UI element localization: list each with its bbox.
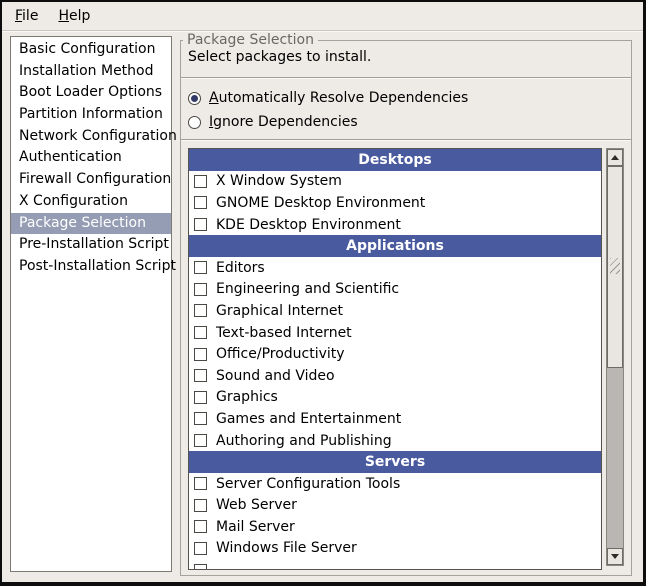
package-label: Graphics [216, 389, 278, 405]
radio-indicator[interactable] [188, 92, 201, 105]
package-row-partial[interactable] [189, 559, 601, 570]
scroll-down-button[interactable] [607, 548, 623, 565]
menubar-separator [2, 30, 643, 32]
menu-bar: File Help [2, 2, 643, 30]
package-label: Editors [216, 260, 265, 276]
package-label: Mail Server [216, 519, 295, 535]
package-label: Authoring and Publishing [216, 433, 392, 449]
category-header-servers: Servers [189, 451, 601, 473]
package-checkbox[interactable] [194, 175, 207, 188]
scrollbar-thumb[interactable] [607, 166, 623, 368]
package-label: Graphical Internet [216, 303, 343, 319]
scrollbar-grip-icon [610, 258, 620, 274]
package-row[interactable]: Authoring and Publishing [189, 430, 601, 452]
package-checkbox[interactable] [194, 477, 207, 490]
radio-ignore-dependencies[interactable]: Ignore Dependencies [188, 111, 358, 133]
package-row[interactable]: Engineering and Scientific [189, 279, 601, 301]
package-checkbox[interactable] [194, 369, 207, 382]
package-checkbox[interactable] [194, 218, 207, 231]
package-checkbox[interactable] [194, 499, 207, 512]
kickstart-configurator-window: File Help Basic Configuration Installati… [0, 0, 646, 586]
sidebar-item-boot-loader-options[interactable]: Boot Loader Options [11, 82, 171, 104]
package-row[interactable]: Windows File Server [189, 538, 601, 560]
package-row[interactable]: Text-based Internet [189, 322, 601, 344]
sidebar-item-installation-method[interactable]: Installation Method [11, 61, 171, 83]
radio-indicator[interactable] [188, 116, 201, 129]
radio-label: Automatically Resolve Dependencies [209, 90, 468, 106]
scroll-up-button[interactable] [607, 149, 623, 166]
category-header-desktops: Desktops [189, 149, 601, 171]
package-checkbox[interactable] [194, 434, 207, 447]
package-checkbox[interactable] [194, 412, 207, 425]
package-checkbox[interactable] [194, 261, 207, 274]
vertical-scrollbar[interactable] [606, 148, 624, 566]
frame-description: Select packages to install. [188, 49, 371, 65]
package-row[interactable]: GNOME Desktop Environment [189, 192, 601, 214]
sidebar-item-partition-information[interactable]: Partition Information [11, 104, 171, 126]
package-label: Text-based Internet [216, 325, 352, 341]
sidebar-item-firewall-configuration[interactable]: Firewall Configuration [11, 169, 171, 191]
package-label: KDE Desktop Environment [216, 217, 401, 233]
package-checkbox[interactable] [194, 196, 207, 209]
sidebar-item-basic-configuration[interactable]: Basic Configuration [11, 39, 171, 61]
package-checkbox[interactable] [194, 520, 207, 533]
package-label: Server Configuration Tools [216, 476, 400, 492]
menu-file-accel: F [15, 8, 22, 24]
package-row[interactable]: Server Configuration Tools [189, 473, 601, 495]
menu-file-label: ile [22, 8, 38, 24]
sidebar-nav: Basic Configuration Installation Method … [10, 36, 172, 572]
package-row[interactable]: Games and Entertainment [189, 408, 601, 430]
package-row[interactable]: Editors [189, 257, 601, 279]
package-row[interactable]: X Window System [189, 171, 601, 193]
radio-auto-resolve-dependencies[interactable]: Automatically Resolve Dependencies [188, 87, 468, 109]
sidebar-item-package-selection[interactable]: Package Selection [11, 213, 171, 235]
frame-title: Package Selection [183, 32, 318, 49]
package-label: Office/Productivity [216, 346, 345, 362]
package-row[interactable]: Web Server [189, 495, 601, 517]
menu-help[interactable]: Help [53, 6, 95, 26]
separator [181, 139, 631, 141]
package-label: GNOME Desktop Environment [216, 195, 425, 211]
menu-help-accel: H [58, 8, 69, 24]
package-checkbox[interactable] [194, 542, 207, 555]
separator [181, 77, 631, 79]
package-checkbox[interactable] [194, 564, 207, 570]
menu-help-label: elp [69, 8, 90, 24]
menu-file[interactable]: File [10, 6, 43, 26]
triangle-up-icon [611, 155, 619, 160]
package-checkbox[interactable] [194, 304, 207, 317]
triangle-down-icon [611, 554, 619, 559]
package-row[interactable]: Sound and Video [189, 365, 601, 387]
sidebar-item-pre-installation-script[interactable]: Pre-Installation Script [11, 234, 171, 256]
package-row[interactable]: KDE Desktop Environment [189, 214, 601, 236]
sidebar-item-post-installation-script[interactable]: Post-Installation Script [11, 256, 171, 278]
sidebar-item-authentication[interactable]: Authentication [11, 147, 171, 169]
package-row[interactable]: Graphical Internet [189, 300, 601, 322]
category-header-applications: Applications [189, 235, 601, 257]
sidebar-item-network-configuration[interactable]: Network Configuration [11, 126, 171, 148]
package-label: X Window System [216, 173, 342, 189]
package-label: Sound and Video [216, 368, 335, 384]
radio-label: Ignore Dependencies [209, 114, 358, 130]
package-row[interactable]: Mail Server [189, 516, 601, 538]
package-checkbox[interactable] [194, 283, 207, 296]
package-checkbox[interactable] [194, 326, 207, 339]
package-label: Engineering and Scientific [216, 281, 399, 297]
package-list: Desktops X Window System GNOME Desktop E… [188, 148, 602, 570]
package-row[interactable]: Office/Productivity [189, 343, 601, 365]
sidebar-item-x-configuration[interactable]: X Configuration [11, 191, 171, 213]
package-checkbox[interactable] [194, 348, 207, 361]
package-checkbox[interactable] [194, 391, 207, 404]
package-row[interactable]: Graphics [189, 387, 601, 409]
package-label: Web Server [216, 497, 297, 513]
package-label: Windows File Server [216, 540, 357, 556]
package-label: Games and Entertainment [216, 411, 401, 427]
